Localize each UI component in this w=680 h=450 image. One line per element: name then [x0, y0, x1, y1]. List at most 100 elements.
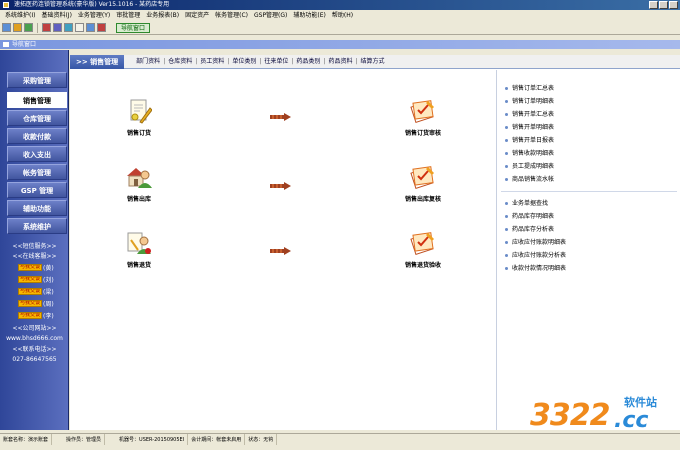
menubar: 系统维护(I) 基础资料(J) 业务管理(Y) 审批管理 业务报表(B) 固定资…	[0, 10, 680, 21]
tabstrip: >> 销售管理 部门资料 | 仓库资料 | 员工资料 | 单位类别 | 往来单位 | 药品…	[70, 54, 680, 69]
tab-employees[interactable]: 员工资料	[198, 55, 226, 69]
sidebar-item-gsp[interactable]: GSP 管理	[7, 182, 67, 198]
window-title: 速拓医药连锁管理系统(豪华版) Ver15.1016 - 某药店专用	[14, 1, 170, 8]
bullet-icon	[505, 113, 508, 116]
report-link[interactable]: 商品销售流水帐	[505, 176, 554, 184]
report-link-label: 员工提成明细表	[512, 163, 555, 170]
tab-unit-categories[interactable]: 单位类别	[230, 55, 258, 69]
tab-settlement[interactable]: 结算方式	[359, 55, 387, 69]
exit-icon[interactable]	[97, 23, 106, 32]
bullet-icon	[505, 254, 508, 257]
minimize-button[interactable]	[649, 1, 658, 9]
flow-arrow	[270, 182, 292, 190]
menu-aux[interactable]: 辅助功能(E)	[290, 10, 328, 21]
flow-node-sales-outbound[interactable]: 销售出库	[104, 164, 174, 203]
save-icon[interactable]	[24, 23, 33, 32]
report-link[interactable]: 应收应付账款明细表	[505, 239, 566, 247]
report-link[interactable]: 员工提成明细表	[505, 163, 554, 171]
sidebar-item-sales[interactable]: 销售管理	[7, 92, 67, 108]
sidebar-item-income-expense[interactable]: 收入支出	[7, 146, 67, 162]
tab-drugs[interactable]: 药品资料	[326, 55, 354, 69]
sidebar-item-purchase[interactable]: 采购管理	[7, 72, 67, 88]
nav-window-button[interactable]: 导航窗口	[116, 22, 151, 33]
report-link[interactable]: 销售开单明细表	[505, 124, 554, 132]
bullet-icon	[505, 228, 508, 231]
qq-contact[interactable]: 与我交谈 (梁)	[18, 287, 54, 296]
toolbar: 导航窗口	[0, 21, 680, 35]
sidebar-item-system[interactable]: 系统维护	[7, 218, 67, 234]
menu-business[interactable]: 业务管理(Y)	[75, 10, 113, 21]
menu-basic-data[interactable]: 基础资料(J)	[38, 10, 74, 21]
tab-drug-categories[interactable]: 药品类别	[294, 55, 322, 69]
tab-warehouses[interactable]: 仓库资料	[166, 55, 194, 69]
bullet-icon	[505, 100, 508, 103]
report-link[interactable]: 应收应付账款分析表	[505, 252, 566, 260]
report-link[interactable]: 销售开单日报表	[505, 137, 554, 145]
report-link-label: 销售开单明细表	[512, 124, 555, 131]
close-button[interactable]	[669, 1, 678, 9]
report-link-label: 销售订单汇总表	[512, 85, 555, 92]
report-link[interactable]: 销售订单汇总表	[505, 85, 554, 93]
sidebar-item-accounts[interactable]: 帐务管理	[7, 164, 67, 180]
flow-arrow	[270, 113, 292, 121]
menu-accounts[interactable]: 帐务管理(C)	[212, 10, 251, 21]
sidebar: 采购管理 销售管理 仓库管理 收款付款 收入支出 帐务管理 GSP 管理 辅助功…	[0, 50, 69, 430]
flow-node-label: 销售出库复核	[404, 196, 441, 203]
open-icon[interactable]	[2, 23, 11, 32]
flow-node-sales-order[interactable]: 销售订货	[104, 98, 174, 137]
toolbar-separator	[37, 22, 38, 33]
phone-number: 027-86647565	[12, 356, 57, 363]
report-link[interactable]: 业务单据查找	[505, 200, 548, 208]
calculator-icon[interactable]	[64, 23, 73, 32]
sidebar-item-aux[interactable]: 辅助功能	[7, 200, 67, 216]
sidebar-item-payments[interactable]: 收款付款	[7, 128, 67, 144]
status-operator: 操作员：管理员	[52, 434, 106, 445]
flow-node-outbound-review[interactable]: 销售出库复核	[388, 164, 458, 203]
print-icon[interactable]	[75, 23, 84, 32]
tab-sales-management[interactable]: >> 销售管理	[70, 54, 125, 69]
report-link[interactable]: 药品库存分析表	[505, 226, 554, 234]
flow-node-order-review[interactable]: 销售订货审核	[388, 98, 458, 137]
panel-divider	[501, 191, 677, 192]
bullet-icon	[505, 87, 508, 90]
flow-node-return-inspection[interactable]: 销售退货验收	[388, 230, 458, 269]
flow-node-sales-return[interactable]: 销售退货	[104, 230, 174, 269]
user-icon[interactable]	[53, 23, 62, 32]
sidebar-item-warehouse[interactable]: 仓库管理	[7, 110, 67, 126]
report-link-label: 应收应付账款明细表	[512, 239, 567, 246]
menu-reports[interactable]: 业务报表(B)	[143, 10, 182, 21]
bullet-icon	[505, 126, 508, 129]
menu-approval[interactable]: 审批管理	[113, 10, 143, 21]
flow-node-label: 销售退货	[126, 262, 151, 269]
menu-fixed-assets[interactable]: 固定资产	[182, 10, 212, 21]
report-link[interactable]: 药品库存明细表	[505, 213, 554, 221]
status-machine: 机器号：USER-20150905EI	[105, 434, 189, 445]
bullet-icon	[505, 139, 508, 142]
qq-contact[interactable]: 与我交谈 (黄)	[18, 263, 54, 272]
watermark-text: 软件站	[624, 396, 657, 409]
qq-contact[interactable]: 与我交谈 (刘)	[18, 275, 54, 284]
qq-contact[interactable]: 与我交谈 (李)	[18, 311, 54, 320]
report-link[interactable]: 销售订单明细表	[505, 98, 554, 106]
qq-contact[interactable]: 与我交谈 (周)	[18, 299, 54, 308]
report-link[interactable]: 销售开单汇总表	[505, 111, 554, 119]
sms-service-link[interactable]: <<短信服务>>	[0, 242, 69, 251]
menu-system[interactable]: 系统维护(I)	[2, 10, 38, 21]
flow-node-label: 销售订货	[126, 130, 151, 137]
chat-badge: 与我交谈	[18, 276, 42, 283]
maximize-button[interactable]	[659, 1, 668, 9]
tab-partners[interactable]: 往来单位	[262, 55, 290, 69]
menu-help[interactable]: 帮助(H)	[329, 10, 356, 21]
website-link[interactable]: www.bhsd666.com	[0, 334, 69, 343]
delete-icon[interactable]	[42, 23, 51, 32]
menu-gsp[interactable]: GSP管理(G)	[251, 10, 290, 21]
report-link-label: 销售订单明细表	[512, 98, 555, 105]
folder-icon[interactable]	[13, 23, 22, 32]
report-link[interactable]: 销售收款明细表	[505, 150, 554, 158]
sales-flow-area: 销售订货 销售订货审核 销售出库 销售出库复核 销售退货 销售退货验收	[70, 70, 498, 430]
help-icon[interactable]	[86, 23, 95, 32]
report-link[interactable]: 收款付款情况明细表	[505, 265, 566, 273]
bullet-icon	[505, 165, 508, 168]
tab-departments[interactable]: 部门资料	[134, 55, 162, 69]
bullet-icon	[505, 178, 508, 181]
